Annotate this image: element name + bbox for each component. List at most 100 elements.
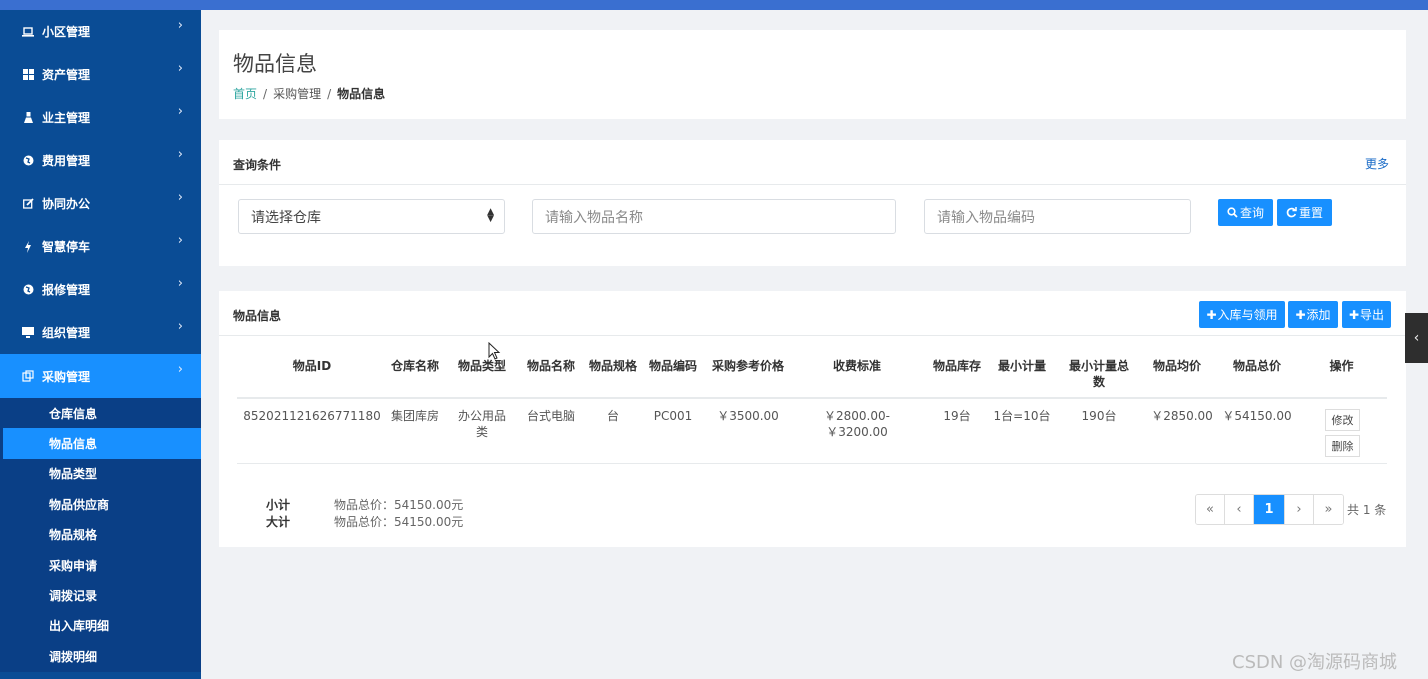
chevron-right-icon: › xyxy=(177,362,183,377)
sidebar-item-purchase[interactable]: 采购管理 › xyxy=(0,354,201,398)
refresh-icon xyxy=(1286,207,1297,218)
col-header: 物品ID xyxy=(292,359,332,373)
collapse-tab[interactable]: ‹ xyxy=(1405,313,1428,363)
item-code-input[interactable]: 请输入物品编码 xyxy=(924,199,1191,234)
sidebar-subitem-transfer-detail[interactable]: 调拨明细 xyxy=(0,641,201,671)
sidebar-item-community[interactable]: 小区管理 › xyxy=(0,10,201,53)
warehouse-select-value: 请选择仓库 xyxy=(251,209,321,226)
pagination: « ‹ 1 › » xyxy=(1195,494,1344,525)
cell-total-price: ￥54150.00 xyxy=(1222,409,1292,423)
breadcrumb-separator: / xyxy=(263,87,268,101)
sidebar-item-owners[interactable]: 业主管理 › xyxy=(0,96,201,139)
total-count: 共 1 条 xyxy=(1347,503,1387,517)
stock-in-button[interactable]: ✚ 入库与领用 xyxy=(1199,301,1285,328)
sidebar-subitem-item-info[interactable]: 物品信息 xyxy=(3,428,201,459)
col-header: 物品规格 xyxy=(589,359,638,373)
sidebar-item-label: 采购管理 xyxy=(42,369,91,384)
page-prev-button[interactable]: ‹ xyxy=(1225,495,1254,524)
select-arrows-icon: ▲ ▼ xyxy=(487,207,494,224)
cell-min-unit: 1台=10台 xyxy=(993,409,1051,423)
sidebar-subitem-spec[interactable]: 物品规格 xyxy=(0,520,201,550)
edit-button[interactable]: 修改 xyxy=(1325,409,1360,431)
item-name-input[interactable]: 请输入物品名称 xyxy=(532,199,896,234)
sidebar-item-label: 费用管理 xyxy=(42,154,91,168)
page-header: 物品信息 首页 / 采购管理 / 物品信息 xyxy=(219,30,1406,119)
grand-total-value: 物品总价：54150.00元 xyxy=(334,515,464,529)
purchase-icon xyxy=(22,370,34,382)
sidebar-item-label: 小区管理 xyxy=(42,25,91,39)
cell-min-total: 190台 xyxy=(1081,409,1117,423)
page-last-button[interactable]: » xyxy=(1314,495,1343,524)
chevron-right-icon: › xyxy=(177,147,183,162)
monitor-icon xyxy=(22,327,34,339)
sidebar-subitem-inout-detail[interactable]: 出入库明细 xyxy=(0,611,201,641)
breadcrumb-parent[interactable]: 采购管理 xyxy=(273,87,321,101)
col-header: 物品库存 xyxy=(932,359,981,373)
sidebar: 小区管理 › 资产管理 › 业主管理 › 费用管理 › 协同办公 › 智慧停车 … xyxy=(0,10,201,679)
plus-icon: ✚ xyxy=(1206,307,1217,322)
cell-id: 852021121626771180 xyxy=(243,409,381,423)
sidebar-item-assets[interactable]: 资产管理 › xyxy=(0,53,201,96)
chevron-right-icon: › xyxy=(177,61,183,76)
cell-fee: ￥2800.00-￥3200.00 xyxy=(824,409,890,439)
query-button[interactable]: 查询 xyxy=(1218,199,1273,226)
table-header: 物品ID 仓库名称 物品类型 物品名称 物品规格 物品编码 采购参考价格 收费标… xyxy=(237,351,1387,399)
sidebar-item-fees[interactable]: 费用管理 › xyxy=(0,139,201,182)
watermark: CSDN @淘源码商城 xyxy=(1232,652,1398,673)
col-header: 操作 xyxy=(1329,359,1354,373)
items-table: 物品ID 仓库名称 物品类型 物品名称 物品规格 物品编码 采购参考价格 收费标… xyxy=(237,351,1387,464)
list-panel-title: 物品信息 xyxy=(233,309,282,323)
sidebar-subitem-transfer-record[interactable]: 调拨记录 xyxy=(0,580,201,610)
page-first-button[interactable]: « xyxy=(1196,495,1225,524)
search-icon xyxy=(1227,207,1238,218)
sidebar-item-organization[interactable]: 组织管理 › xyxy=(0,311,201,354)
breadcrumb-separator: / xyxy=(327,87,332,101)
sidebar-item-office[interactable]: 协同办公 › xyxy=(0,182,201,225)
globe-icon xyxy=(22,284,34,296)
cell-code: PC001 xyxy=(653,409,693,423)
query-button-label: 查询 xyxy=(1239,206,1264,220)
breadcrumb: 首页 / 采购管理 / 物品信息 xyxy=(233,85,385,102)
sidebar-subitem-item-type[interactable]: 物品类型 xyxy=(0,459,201,489)
sidebar-subitem-warehouse[interactable]: 仓库信息 xyxy=(0,398,201,428)
cell-warehouse: 集团库房 xyxy=(390,409,439,423)
mouse-cursor-icon xyxy=(488,341,501,365)
top-bar xyxy=(0,0,1428,10)
chevron-right-icon: › xyxy=(177,104,183,119)
sidebar-item-parking[interactable]: 智慧停车 › xyxy=(0,225,201,268)
search-panel-header: 查询条件 更多 xyxy=(219,140,1406,185)
purchase-submenu: 仓库信息 物品信息 物品类型 物品供应商 物品规格 采购申请 调拨记录 出入库明… xyxy=(0,398,201,672)
chevron-right-icon: › xyxy=(177,319,183,334)
cell-spec: 台 xyxy=(606,409,619,423)
item-name-placeholder: 请输入物品名称 xyxy=(545,209,643,226)
export-label: 导出 xyxy=(1360,308,1385,322)
breadcrumb-home[interactable]: 首页 xyxy=(233,87,257,101)
sidebar-subitem-purchase-apply[interactable]: 采购申请 xyxy=(0,550,201,580)
sidebar-subitem-supplier[interactable]: 物品供应商 xyxy=(0,489,201,519)
sidebar-item-label: 报修管理 xyxy=(42,283,91,297)
cell-avg-price: ￥2850.00 xyxy=(1151,409,1213,423)
page-next-button[interactable]: › xyxy=(1285,495,1314,524)
cell-name: 台式电脑 xyxy=(526,409,575,423)
laptop-icon xyxy=(22,26,34,38)
sidebar-item-label: 协同办公 xyxy=(42,197,91,211)
sidebar-item-label: 智慧停车 xyxy=(42,240,91,254)
edit-icon xyxy=(22,198,34,210)
warehouse-select[interactable]: 请选择仓库 ▲ ▼ xyxy=(238,199,505,234)
more-link[interactable]: 更多 xyxy=(1365,155,1389,172)
grid-icon xyxy=(22,69,34,81)
chevron-left-icon: ‹ xyxy=(1413,330,1420,346)
subtotal-value: 物品总价：54150.00元 xyxy=(334,498,464,512)
table-row: 852021121626771180 集团库房 办公用品类 台式电脑 台 PC0… xyxy=(237,399,1387,464)
grand-total-label: 大计 xyxy=(266,515,291,529)
export-button[interactable]: ✚ 导出 xyxy=(1342,301,1391,328)
delete-button[interactable]: 删除 xyxy=(1325,435,1360,457)
reset-button[interactable]: 重置 xyxy=(1277,199,1332,226)
bolt-icon xyxy=(22,240,34,253)
add-button[interactable]: ✚ 添加 xyxy=(1288,301,1338,328)
col-header: 最小计量总数 xyxy=(1068,359,1129,389)
sidebar-item-repair[interactable]: 报修管理 › xyxy=(0,268,201,311)
user-icon xyxy=(22,112,34,124)
page-current-button[interactable]: 1 xyxy=(1254,495,1285,524)
col-header: 物品名称 xyxy=(526,359,575,373)
